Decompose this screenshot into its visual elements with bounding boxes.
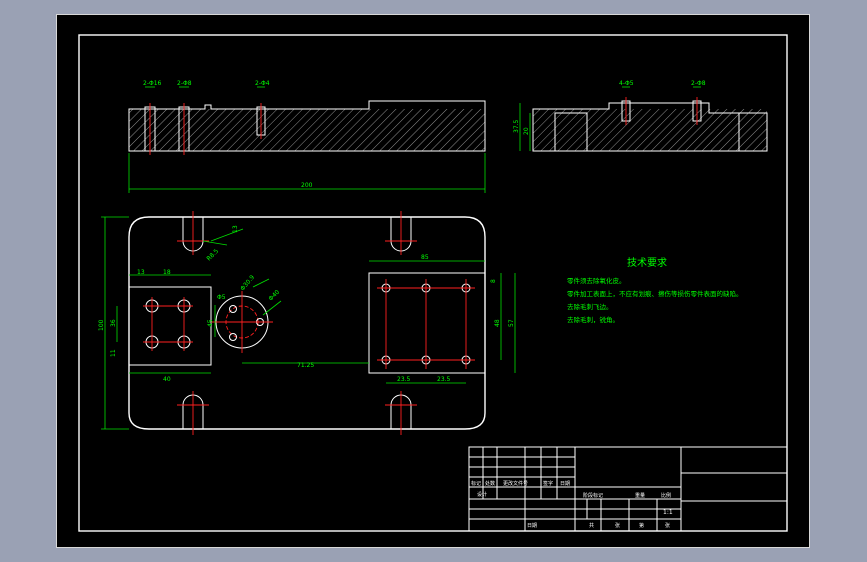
dim-slot-radius: R8.5 <box>205 248 220 263</box>
tb-sheet-num: 张 <box>615 522 620 529</box>
top-section-view <box>128 86 486 193</box>
dim-block-total-h: 100 <box>98 319 105 331</box>
tech-line4: 去除毛刺，锐角。 <box>567 315 619 324</box>
plan-view <box>101 211 516 435</box>
dim-overall-length: 200 <box>301 182 313 189</box>
dim-block-w1: 13 <box>137 269 145 276</box>
tb-weight: 重量 <box>635 492 645 499</box>
dim-right-h1: 48 <box>494 319 501 327</box>
tb-sheet-of2: 张 <box>665 522 670 529</box>
tech-title: 技术要求 <box>627 256 667 269</box>
tb-sign: 签字 <box>543 480 553 487</box>
dim-right-width: 85 <box>421 254 429 261</box>
tech-line3: 去除毛刺飞边。 <box>567 302 613 311</box>
dim-top-hole3: 2-Φ4 <box>255 80 270 87</box>
tb-sheet-of: 第 <box>639 522 644 529</box>
tb-sheet-total: 共 <box>589 522 594 529</box>
tech-line2: 零件加工表面上，不应有划痕、擦伤等损伤零件表面的缺陷。 <box>567 289 743 298</box>
dim-side-hole2: 2-Φ8 <box>691 80 706 87</box>
dim-circle-hole: Φ5 <box>217 294 226 301</box>
tb-scale: 比例 <box>661 492 671 499</box>
tb-stage-mark: 阶段标记 <box>583 492 603 499</box>
drawing-sheet: 2-Φ16 2-Φ8 2-Φ4 200 4-Φ5 2-Φ8 37.5 20 13… <box>56 14 810 548</box>
dim-block-h1: 36 <box>110 319 117 327</box>
tb-scale-value: 1:1 <box>663 509 673 516</box>
tech-line1: 零件须去除氧化皮。 <box>567 276 626 285</box>
dim-circle-dia: Φ40 <box>267 289 281 303</box>
dim-top-hole1: 2-Φ16 <box>143 80 162 87</box>
dim-side-height-inner: 20 <box>523 127 530 135</box>
title-block <box>468 446 788 532</box>
tb-count: 处数 <box>485 480 495 487</box>
dim-block-h2: 11 <box>110 349 117 357</box>
dim-slot-width: 13 <box>232 225 239 233</box>
dim-side-hole1: 4-Φ5 <box>619 80 634 87</box>
tb-approve: 日期 <box>527 523 537 529</box>
dim-circle-height: 45 <box>207 319 214 327</box>
dim-right-pitch1: 23.5 <box>397 376 411 383</box>
tb-design: 设计 <box>477 491 487 498</box>
side-section-view <box>519 86 768 152</box>
dim-right-pitch2: 23.5 <box>437 376 451 383</box>
dim-right-h2: 57 <box>508 319 515 327</box>
dim-top-hole2: 2-Φ8 <box>177 80 192 87</box>
tb-date: 日期 <box>560 481 570 487</box>
dim-circle-pcd: Φ30.9 <box>239 274 256 292</box>
dim-right-top: 8 <box>490 279 497 283</box>
tb-change-doc: 更改文件号 <box>503 480 528 487</box>
dim-center-offset: 71.25 <box>297 362 314 369</box>
dim-block-w2: 18 <box>163 269 171 276</box>
dim-side-height-outer: 37.5 <box>513 119 520 133</box>
cad-drawing: 2-Φ16 2-Φ8 2-Φ4 200 4-Φ5 2-Φ8 37.5 20 13… <box>78 34 788 532</box>
dim-block-width: 40 <box>163 376 171 383</box>
tb-mark: 标记 <box>471 480 481 487</box>
